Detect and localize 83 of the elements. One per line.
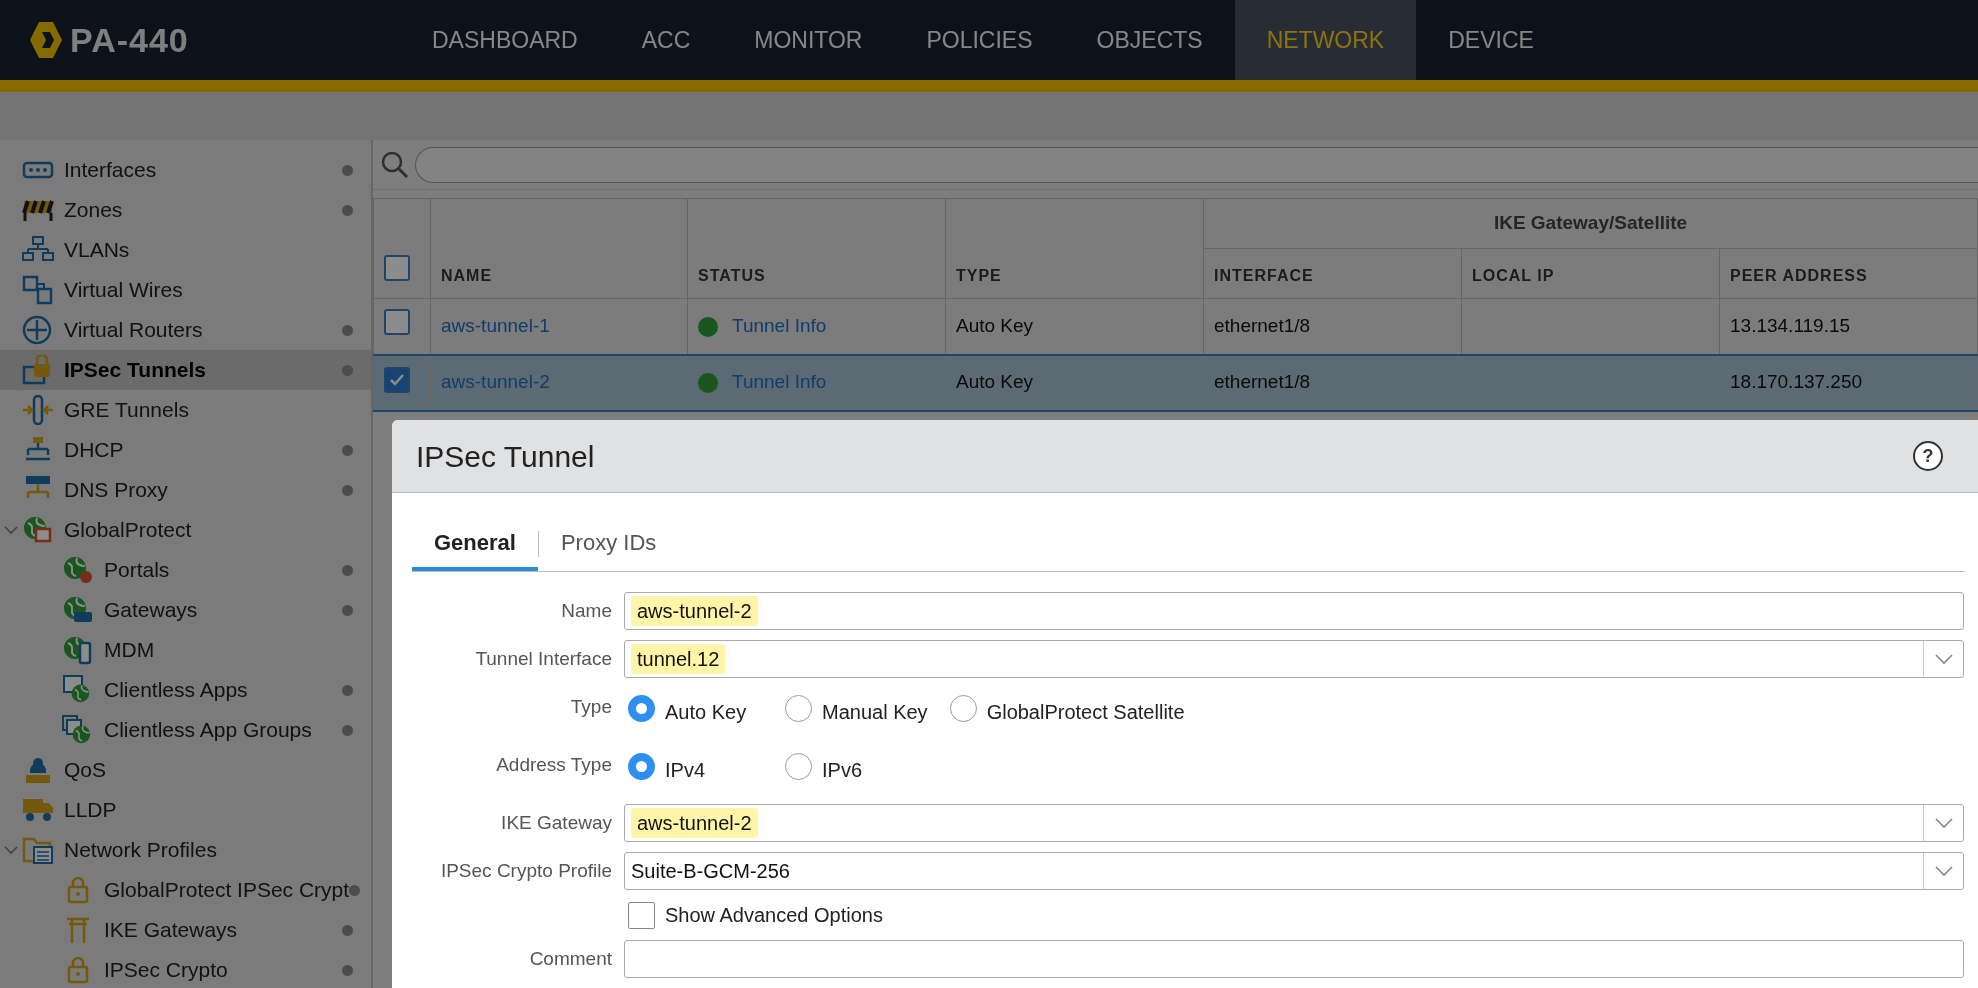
nav-tab[interactable]: POLICIES bbox=[894, 0, 1065, 80]
chevron-icon[interactable] bbox=[1934, 817, 1953, 829]
table-cell: ethernet1/8 bbox=[1203, 298, 1462, 355]
sidebar-item[interactable]: Clientless App Groups bbox=[0, 710, 371, 750]
sidebar-item[interactable]: GlobalProtect IPSec Crypt bbox=[0, 870, 371, 910]
field-label: Type bbox=[569, 695, 612, 719]
search-icon[interactable] bbox=[381, 150, 409, 179]
tunnel-info-link[interactable]: Tunnel Info bbox=[732, 315, 827, 336]
checkbox[interactable] bbox=[384, 309, 410, 335]
radio-option[interactable]: IPv4 bbox=[624, 754, 781, 786]
column-header: LOCAL IP bbox=[1461, 248, 1720, 299]
field-label: IPSec Crypto Profile bbox=[439, 859, 612, 883]
checkbox[interactable] bbox=[384, 367, 410, 394]
search-field[interactable] bbox=[415, 146, 1978, 183]
field-label: Address Type bbox=[495, 753, 612, 777]
radio-option[interactable]: GlobalProtect Satellite bbox=[945, 696, 1203, 728]
squares-icon bbox=[22, 275, 54, 305]
sidebar-item[interactable]: GRE Tunnels bbox=[0, 390, 371, 430]
sidebar-item[interactable]: IKE Gateways bbox=[0, 910, 371, 950]
column-group-header: IKE Gateway/Satellite bbox=[1203, 198, 1978, 249]
globe-icon bbox=[62, 635, 94, 665]
dialog-tab[interactable]: General bbox=[412, 517, 538, 571]
table-cell: 18.170.137.250 bbox=[1719, 354, 1978, 411]
chevron-icon[interactable] bbox=[1934, 865, 1953, 877]
field-label: Name bbox=[560, 599, 612, 623]
logo-text: PA-440 bbox=[70, 19, 189, 61]
sidebar-item[interactable]: Zones bbox=[0, 190, 371, 230]
sidebar-item[interactable]: QoS bbox=[0, 750, 371, 790]
sidebar-item[interactable]: DHCP bbox=[0, 430, 371, 470]
sidebar-item[interactable]: Interfaces bbox=[0, 150, 371, 190]
sidebar-item[interactable]: DNS Proxy bbox=[0, 470, 371, 510]
dropdown[interactable]: Suite-B-GCM-256 bbox=[624, 852, 1964, 890]
sidebar-item[interactable]: Clientless Apps bbox=[0, 670, 371, 710]
dialog-tab[interactable]: Proxy IDs bbox=[538, 517, 679, 571]
nav-tab[interactable]: OBJECTS bbox=[1064, 0, 1235, 80]
nav-tab[interactable]: DASHBOARD bbox=[400, 0, 610, 80]
nav-tab[interactable]: ACC bbox=[609, 0, 723, 80]
column-header: TYPE bbox=[945, 198, 1204, 299]
nav-tab[interactable]: DEVICE bbox=[1416, 0, 1566, 80]
sidebar-item[interactable]: VLANs bbox=[0, 230, 371, 270]
sidebar-item[interactable]: GlobalProtect bbox=[0, 510, 371, 550]
sidebar-item[interactable]: IPSec Crypto bbox=[0, 950, 371, 988]
nav-tab[interactable]: MONITOR bbox=[722, 0, 895, 80]
sidebar-item[interactable]: Gateways bbox=[0, 590, 371, 630]
globe-icon bbox=[62, 555, 94, 585]
checkbox[interactable] bbox=[384, 255, 410, 281]
globe-icon bbox=[62, 595, 94, 625]
radio-option[interactable]: Manual Key bbox=[781, 696, 946, 728]
sidebar-item[interactable]: LLDP bbox=[0, 790, 371, 830]
nav-tab[interactable]: NETWORK bbox=[1234, 0, 1417, 80]
folder-icon bbox=[22, 835, 54, 865]
column-header: INTERFACE bbox=[1203, 248, 1462, 299]
input-field[interactable]: aws-tunnel-2 bbox=[624, 592, 1964, 630]
sidebar-item[interactable]: MDM bbox=[0, 630, 371, 670]
sidebar-item[interactable]: Network Profiles bbox=[0, 830, 371, 870]
help-button[interactable]: ? bbox=[1913, 441, 1943, 471]
sidebar-item[interactable]: Virtual Wires bbox=[0, 270, 371, 310]
checkbox[interactable]: Show Advanced Options bbox=[624, 900, 1964, 930]
column-header: PEER ADDRESS bbox=[1719, 248, 1978, 299]
dropdown[interactable]: tunnel.12 bbox=[624, 640, 1964, 678]
chevron-icon[interactable] bbox=[1934, 653, 1953, 665]
table-cell: 13.134.119.15 bbox=[1719, 298, 1978, 355]
field-label: IKE Gateway bbox=[500, 811, 612, 835]
globe-icon bbox=[22, 515, 54, 545]
name-link[interactable]: aws-tunnel-1 bbox=[441, 315, 550, 336]
column-header: NAME bbox=[430, 198, 688, 299]
logo-icon bbox=[30, 22, 62, 58]
field-label: Tunnel Interface bbox=[474, 647, 612, 671]
dialog-title: IPSec Tunnel bbox=[416, 438, 595, 475]
table-cell: ethernet1/8 bbox=[1203, 354, 1462, 411]
radio-option[interactable]: IPv6 bbox=[781, 754, 938, 786]
table-cell: Auto Key bbox=[945, 298, 1204, 355]
field-label: Comment bbox=[528, 947, 612, 971]
router-icon bbox=[22, 315, 54, 345]
column-header: STATUS bbox=[687, 198, 946, 299]
sidebar-item[interactable]: Portals bbox=[0, 550, 371, 590]
dropdown[interactable]: aws-tunnel-2 bbox=[624, 804, 1964, 842]
table-cell: Auto Key bbox=[945, 354, 1204, 411]
arrows-icon bbox=[22, 395, 54, 425]
input-field[interactable] bbox=[624, 940, 1964, 978]
sidebar-item[interactable]: IPSec Tunnels bbox=[0, 350, 371, 390]
sidebar-item[interactable]: Virtual Routers bbox=[0, 310, 371, 350]
radio-option[interactable]: Auto Key bbox=[624, 696, 781, 728]
